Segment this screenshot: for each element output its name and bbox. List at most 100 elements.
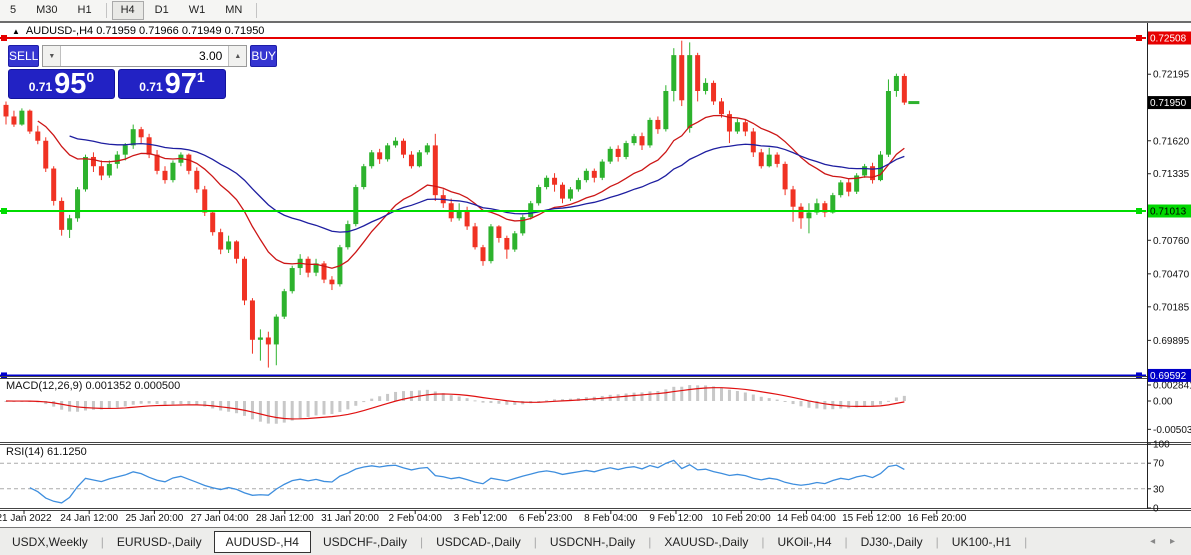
- arrow-down-icon: ▼: [48, 53, 55, 60]
- chart-tab-usdchf-daily[interactable]: USDCHF-,Daily: [311, 531, 419, 553]
- hline-left-handle[interactable]: [1, 372, 7, 378]
- sell-button[interactable]: SELL: [8, 45, 39, 67]
- buy-button[interactable]: BUY: [250, 45, 277, 67]
- hline-left-handle[interactable]: [1, 35, 7, 41]
- macd-histogram-bar: [474, 400, 477, 401]
- candle-body: [75, 189, 80, 218]
- candle-body: [568, 189, 573, 198]
- candle-body: [4, 105, 9, 117]
- candle-body: [433, 145, 438, 195]
- candle-body: [409, 155, 414, 167]
- sell-price-pips: 95: [54, 70, 86, 98]
- macd-histogram-bar: [482, 401, 485, 403]
- macd-histogram-bar: [299, 401, 302, 418]
- candle-body: [465, 210, 470, 226]
- volume-decrease-button[interactable]: ▼: [43, 46, 61, 66]
- macd-histogram-bar: [283, 401, 286, 423]
- macd-histogram-bar: [187, 401, 190, 404]
- rsi-pane[interactable]: [0, 444, 1147, 508]
- macd-histogram-bar: [259, 401, 262, 422]
- chart-tab-usdcnh-daily[interactable]: USDCNH-,Daily: [538, 531, 647, 553]
- macd-histogram-bar: [108, 401, 111, 409]
- macd-histogram-bar: [60, 401, 63, 410]
- macd-histogram-bar: [466, 398, 469, 401]
- price-tag-label: 0.71013: [1150, 207, 1187, 218]
- candle-body: [51, 169, 56, 201]
- chart-tab-bar: USDX,Weekly | EURUSD-,DailyAUDUSD-,H4USDCH…: [0, 527, 1191, 555]
- macd-histogram-bar: [847, 401, 850, 408]
- candle-body: [123, 145, 128, 154]
- macd-histogram-bar: [52, 401, 55, 407]
- macd-histogram-bar: [307, 401, 310, 417]
- price-tick-label: 0.70470: [1153, 269, 1190, 280]
- macd-histogram-bar: [633, 393, 636, 401]
- time-tick-label: 16 Feb 20:00: [907, 513, 966, 524]
- candle-body: [345, 224, 350, 247]
- price-tick-label: 0.70760: [1153, 236, 1190, 247]
- volume-input[interactable]: [61, 46, 228, 66]
- tab-divider: |: [1023, 535, 1028, 549]
- macd-histogram-bar: [370, 399, 373, 401]
- chart-tab-dj30-daily[interactable]: DJ30-,Daily: [849, 531, 935, 553]
- candle-body: [131, 129, 136, 145]
- chart-tab-uk100-h1[interactable]: UK100-,H1: [940, 531, 1023, 553]
- candle-body: [99, 166, 104, 175]
- buy-price-button[interactable]: 0.71 97 1: [118, 69, 226, 99]
- candle-body: [393, 141, 398, 146]
- hline-right-handle[interactable]: [1136, 372, 1142, 378]
- candle-body: [155, 155, 160, 171]
- sell-price-prefix: 0.71: [29, 80, 52, 94]
- candle-body: [647, 120, 652, 145]
- candle-body: [139, 129, 144, 137]
- candle-body: [719, 101, 724, 114]
- candle-body: [751, 132, 756, 153]
- time-tick-label: 10 Feb 20:00: [712, 513, 771, 524]
- time-tick-label: 31 Jan 20:00: [321, 513, 379, 524]
- candle-body: [512, 233, 517, 249]
- candle-body: [894, 76, 899, 91]
- macd-histogram-bar: [227, 401, 230, 412]
- macd-histogram-bar: [712, 386, 715, 401]
- macd-histogram-bar: [752, 395, 755, 401]
- symbol-marker-icon: ▲: [12, 27, 20, 36]
- candle-body: [107, 164, 112, 176]
- macd-label: MACD(12,26,9) 0.001352 0.000500: [6, 380, 180, 392]
- candle-body: [735, 122, 740, 131]
- macd-histogram-bar: [863, 401, 866, 406]
- macd-histogram-bar: [664, 389, 667, 401]
- candle-body: [624, 143, 629, 157]
- price-tick-label: 0.69895: [1153, 336, 1190, 347]
- candle-body: [496, 226, 501, 238]
- tab-scroll-arrows[interactable]: ◂ ▸: [1150, 536, 1191, 547]
- candle-body: [147, 137, 152, 154]
- candle-body: [616, 149, 621, 157]
- chart-tab-usdcad-daily[interactable]: USDCAD-,Daily: [424, 531, 533, 553]
- candle-body: [799, 207, 804, 219]
- macd-histogram-bar: [871, 401, 874, 406]
- price-tick-label: 0.72195: [1153, 70, 1190, 81]
- macd-histogram-bar: [728, 390, 731, 401]
- macd-scale-label: 0.002841: [1153, 380, 1191, 391]
- hline-right-handle[interactable]: [1136, 35, 1142, 41]
- price-tag-label: 0.71950: [1150, 98, 1187, 109]
- macd-histogram-bar: [140, 401, 143, 404]
- candle-body: [361, 166, 366, 187]
- candle-body: [417, 152, 422, 166]
- time-tick-label: 28 Jan 12:00: [256, 513, 314, 524]
- candle-body: [19, 111, 24, 125]
- volume-increase-button[interactable]: ▲: [228, 46, 246, 66]
- macd-histogram-bar: [84, 401, 87, 411]
- macd-histogram-bar: [800, 401, 803, 406]
- chart-tab-ukoil-h4[interactable]: UKOil-,H4: [766, 531, 844, 553]
- hline-left-handle[interactable]: [1, 208, 7, 214]
- macd-histogram-bar: [116, 401, 119, 408]
- candle-body: [43, 141, 48, 169]
- hline-right-handle[interactable]: [1136, 208, 1142, 214]
- sell-price-button[interactable]: 0.71 95 0: [8, 69, 115, 99]
- candle-body: [830, 195, 835, 212]
- chart-tab-audusd-h4[interactable]: AUDUSD-,H4: [214, 531, 311, 553]
- chart-tab-usdx-weekly[interactable]: USDX,Weekly: [0, 531, 100, 553]
- price-axis[interactable]: [1147, 23, 1191, 509]
- chart-tab-xauusd-daily[interactable]: XAUUSD-,Daily: [652, 531, 760, 553]
- chart-tab-eurusd-daily[interactable]: EURUSD-,Daily: [105, 531, 214, 553]
